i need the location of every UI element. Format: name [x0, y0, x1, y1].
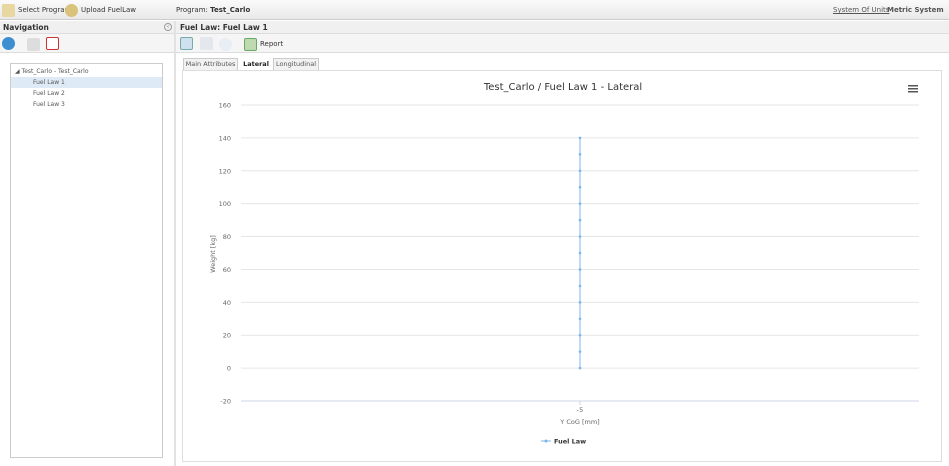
expand-triangle-icon[interactable]: ◢: [15, 68, 20, 75]
tab-main-attributes[interactable]: Main Attributes: [183, 58, 238, 70]
top-toolbar: Select Program Upload FuelLaw Program: T…: [0, 0, 949, 20]
tree-item-fuel-law-3[interactable]: Fuel Law 3: [11, 99, 162, 110]
undo-icon[interactable]: [219, 38, 232, 51]
data-point[interactable]: [578, 350, 582, 353]
upload-icon: [65, 3, 78, 17]
y-tick-label: 100: [219, 200, 231, 208]
data-point[interactable]: [578, 136, 582, 140]
data-point[interactable]: [578, 333, 582, 337]
panel-splitter[interactable]: [174, 21, 176, 466]
chart-menu-icon[interactable]: [908, 85, 918, 93]
y-tick-label: 40: [223, 299, 231, 307]
tree-root[interactable]: ◢ Test_Carlo - Test_Carlo: [11, 66, 162, 77]
x-tick-label: -5: [577, 406, 583, 414]
x-axis-label: Y CoG [mm]: [559, 418, 599, 426]
y-tick-label: 160: [219, 102, 231, 110]
y-tick-label: 140: [219, 134, 231, 142]
upload-fuellaw-button[interactable]: Upload FuelLaw: [65, 3, 136, 17]
delete-icon[interactable]: [46, 37, 59, 50]
chart-container: Test_Carlo / Fuel Law 1 - Lateral -20 0 20…: [182, 70, 942, 462]
navigation-tree: ◢ Test_Carlo - Test_Carlo Fuel Law 1 Fue…: [10, 63, 163, 458]
collapse-chevron-icon[interactable]: ‹: [164, 23, 172, 31]
data-point[interactable]: [578, 366, 582, 370]
edit-icon[interactable]: [180, 37, 193, 50]
system-of-units-link[interactable]: System Of Units: [833, 6, 889, 14]
add-icon[interactable]: [27, 38, 40, 51]
main-toolbar: Report: [176, 34, 949, 53]
program-indicator: Program: Test_Carlo: [176, 6, 251, 14]
save-icon[interactable]: [200, 37, 213, 50]
data-point[interactable]: [578, 185, 582, 189]
data-point[interactable]: [578, 235, 582, 238]
tree-item-fuel-law-2[interactable]: Fuel Law 2: [11, 88, 162, 99]
y-tick-label: 60: [223, 266, 231, 274]
lateral-chart: Test_Carlo / Fuel Law 1 - Lateral -20 0 20…: [209, 82, 919, 446]
data-point[interactable]: [578, 301, 582, 304]
y-axis-label: Weight [kg]: [209, 235, 217, 273]
navigation-header: Navigation ‹: [0, 21, 174, 34]
data-point[interactable]: [578, 153, 582, 156]
refresh-icon[interactable]: [2, 37, 15, 50]
tab-longitudinal[interactable]: Longitudinal: [273, 58, 319, 70]
navigation-toolbar: [0, 34, 174, 53]
data-point[interactable]: [578, 251, 582, 255]
report-icon: [244, 37, 257, 51]
metric-system-label: Metric System: [887, 6, 944, 14]
data-point[interactable]: [578, 317, 582, 321]
data-point[interactable]: [578, 284, 582, 288]
report-button[interactable]: Report: [244, 37, 283, 51]
y-tick-label: 0: [227, 365, 231, 373]
y-tick-label: -20: [220, 398, 231, 406]
data-point[interactable]: [578, 202, 582, 205]
data-point[interactable]: [578, 218, 582, 222]
chart-title: Test_Carlo / Fuel Law 1 - Lateral: [483, 82, 642, 93]
main-header: Fuel Law: Fuel Law 1: [176, 21, 949, 34]
folder-icon: [2, 3, 15, 17]
data-point[interactable]: [578, 169, 582, 173]
data-point[interactable]: [578, 268, 582, 271]
legend-label: Fuel Law: [554, 438, 586, 446]
program-name: Test_Carlo: [210, 6, 251, 14]
legend-item-fuel-law[interactable]: Fuel Law: [541, 438, 586, 446]
y-tick-label: 20: [223, 332, 231, 340]
y-tick-label: 120: [219, 167, 231, 175]
y-tick-label: 80: [223, 233, 231, 241]
select-program-button[interactable]: Select Program: [2, 3, 71, 17]
tree-item-fuel-law-1[interactable]: Fuel Law 1: [11, 77, 162, 88]
